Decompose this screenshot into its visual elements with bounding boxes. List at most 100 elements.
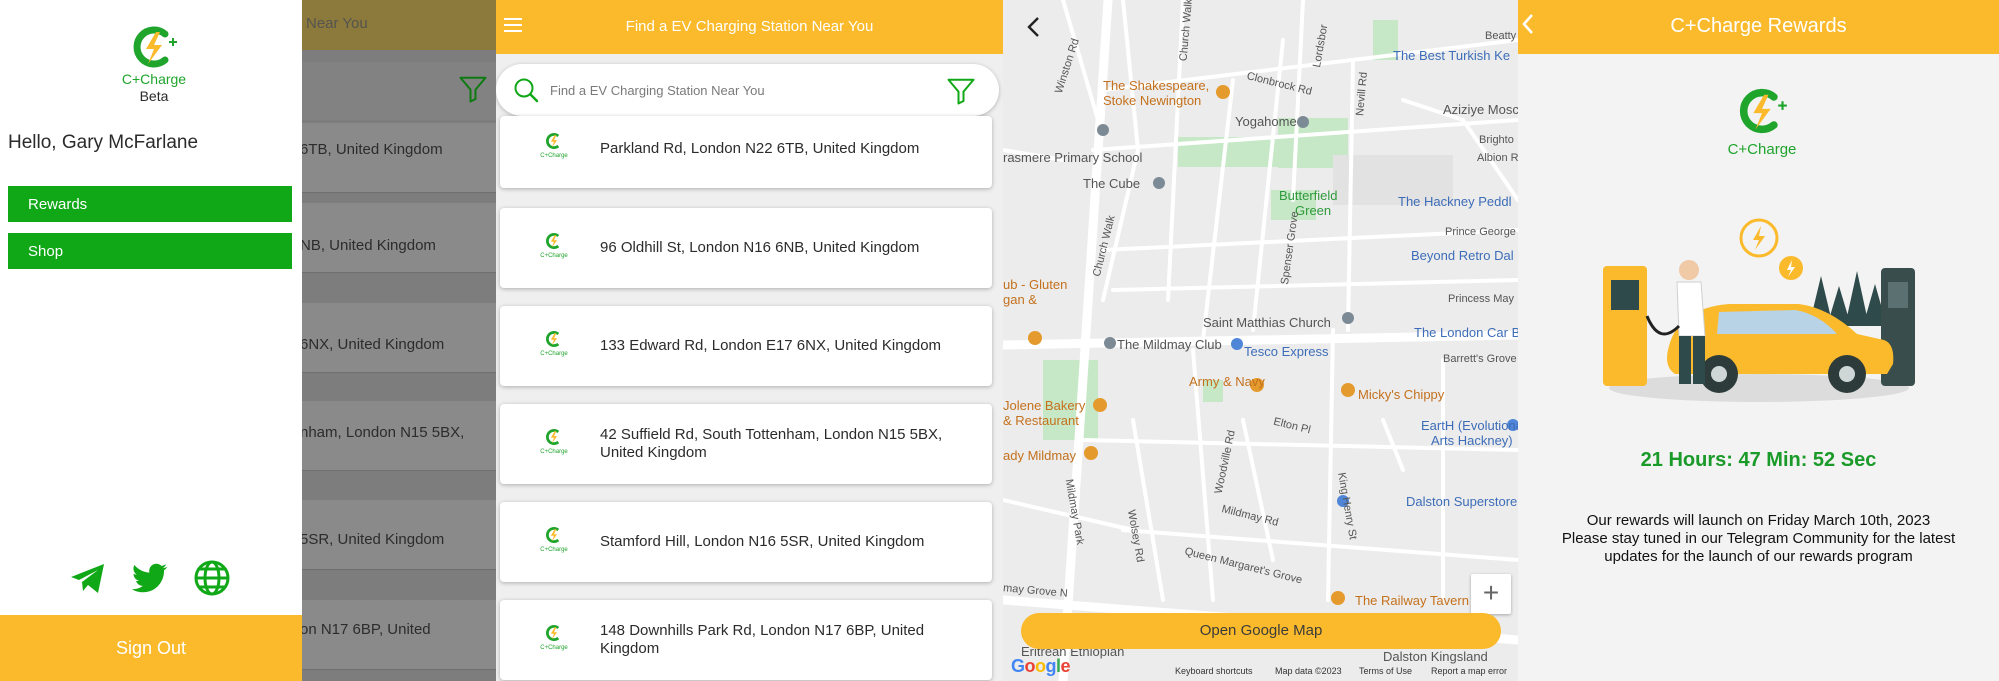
search-input[interactable] [550, 78, 910, 102]
station-logo-text: C+Charge [540, 449, 568, 455]
search-icon[interactable] [512, 76, 540, 104]
map-label: Jolene Bakery [1003, 398, 1086, 413]
map-screen: The Best Turkish Ke The Shakespeare, Sto… [1003, 0, 1518, 681]
dimmed-list-item: 5SR, United Kingdom [300, 500, 496, 570]
station-search-bar [496, 64, 999, 116]
street-label: Brighto [1479, 134, 1514, 146]
station-address-line: 148 Downhills Park Rd, London N17 6BP, U… [600, 622, 925, 639]
brand-beta-tag: Beta [139, 88, 169, 104]
map-label: Dalston Kingsland [1383, 649, 1488, 664]
map-label: The Railway Tavern [1355, 593, 1469, 608]
back-arrow-icon[interactable] [1025, 16, 1043, 38]
notice-line: updates for the launch of our rewards pr… [1604, 548, 1913, 565]
station-logo: C+Charge [534, 624, 574, 651]
map-label: Saint Matthias Church [1203, 315, 1331, 330]
station-logo: C+Charge [534, 428, 574, 455]
station-logo: C+Charge [534, 526, 574, 553]
map-label: ady Mildmay [1003, 448, 1076, 463]
station-address-line: 96 Oldhill St, London N16 6NB, United Ki… [600, 239, 920, 256]
filter-icon [459, 76, 487, 103]
dimmed-list-text: nham, London N15 5BX, [300, 424, 465, 441]
station-address: Parkland Rd, London N22 6TB, United King… [600, 140, 980, 158]
map-label: Butterfield [1279, 188, 1338, 203]
station-address-line: 133 Edward Rd, London E17 6NX, United Ki… [600, 337, 942, 354]
station-address: 42 Suffield Rd, South Tottenham, London … [600, 426, 980, 462]
telegram-icon[interactable] [68, 558, 108, 598]
street-label: Beatty [1485, 30, 1517, 42]
globe-icon[interactable] [192, 558, 232, 598]
map-data-label: Map data ©2023 [1275, 666, 1342, 676]
station-logo: C+Charge [534, 330, 574, 357]
map-label: & Restaurant [1003, 413, 1079, 428]
street-label: Princess May [1448, 293, 1515, 305]
dimmed-list-text: 6TB, United Kingdom [300, 141, 443, 158]
street-label: Prince George [1445, 226, 1516, 238]
map-label: Tesco Express [1244, 344, 1329, 359]
ev-charging-illustration [1603, 218, 1915, 402]
station-address: Stamford Hill, London N16 5SR, United Ki… [600, 533, 980, 551]
station-address: 133 Edward Rd, London E17 6NX, United Ki… [600, 337, 980, 355]
rewards-menu-button[interactable]: Rewards [8, 186, 292, 222]
dimmed-header-title: Near You [306, 15, 368, 32]
rewards-screen: C+Charge Rewards C+Charge 21 Hours: 47 M… [1518, 0, 1999, 681]
filter-icon[interactable] [946, 76, 976, 106]
dimmed-list-item: NB, United Kingdom [300, 203, 496, 273]
station-card[interactable]: C+Charge 42 Suffield Rd, South Tottenham… [500, 404, 992, 484]
map-label: EartH (Evolutionary [1421, 418, 1518, 433]
station-address-line: United Kingdom [600, 444, 707, 461]
sign-out-button[interactable]: Sign Out [0, 615, 302, 681]
app-header: Find a EV Charging Station Near You [496, 0, 1003, 54]
dimmed-list-item: nham, London N15 5BX, [300, 401, 496, 471]
map-canvas[interactable] [1003, 0, 1518, 681]
station-card[interactable]: C+Charge 133 Edward Rd, London E17 6NX, … [500, 306, 992, 386]
map-label: Micky's Chippy [1358, 387, 1445, 402]
c-charge-logo-small [546, 133, 560, 149]
station-address-line: 42 Suffield Rd, South Tottenham, London … [600, 426, 943, 443]
map-label: The Hackney Peddl [1398, 194, 1512, 209]
street-label: Barrett's Grove [1443, 353, 1517, 365]
station-list-screen: Find a EV Charging Station Near You C+Ch… [496, 0, 1003, 681]
dimmed-list-item: on N17 6BP, United [300, 600, 496, 670]
notice-line: Please stay tuned in our Telegram Commun… [1561, 530, 1956, 547]
map-label: gan & [1003, 292, 1037, 307]
notice-line: Our rewards will launch on Friday March … [1586, 512, 1931, 529]
station-logo-text: C+Charge [540, 153, 568, 159]
shop-menu-button[interactable]: Shop [8, 233, 292, 269]
dimmed-list-text: 6NX, United Kingdom [300, 336, 445, 353]
map-label: Dalston Superstore [1406, 494, 1518, 509]
map-label: The Shakespeare, [1103, 78, 1210, 93]
twitter-icon[interactable] [130, 558, 170, 598]
station-card[interactable]: C+Charge Stamford Hill, London N16 5SR, … [500, 502, 992, 582]
dimmed-list-text: 5SR, United Kingdom [300, 531, 445, 548]
map-label: The Cube [1083, 176, 1141, 191]
keyboard-shortcuts-link[interactable]: Keyboard shortcuts [1175, 666, 1253, 676]
c-charge-logo-small [546, 527, 560, 543]
station-card[interactable]: C+Charge 148 Downhills Park Rd, London N… [500, 600, 992, 680]
map-label: Yogahome [1235, 114, 1297, 129]
app-showcase: Near You 6TB, United Kingdom NB, United … [0, 0, 1999, 681]
station-card[interactable]: C+Charge Parkland Rd, London N22 6TB, Un… [500, 116, 992, 188]
map-label: rasmere Primary School [1003, 150, 1143, 165]
street-label: Albion R [1477, 152, 1518, 164]
map-label: The Mildmay Club [1117, 337, 1222, 352]
c-charge-logo-small [546, 429, 560, 445]
rewards-title: C+Charge Rewards [1670, 15, 1847, 37]
terms-link[interactable]: Terms of Use [1359, 666, 1412, 676]
map-label: Army & Navy [1189, 374, 1265, 389]
dimmed-list-text: NB, United Kingdom [300, 237, 436, 254]
zoom-in-button[interactable]: + [1471, 574, 1511, 614]
station-card[interactable]: C+Charge 96 Oldhill St, London N16 6NB, … [500, 208, 992, 288]
map-label: Stoke Newington [1103, 93, 1202, 108]
navigation-drawer: C+Charge Beta Hello, Gary McFarlane Rewa… [0, 0, 302, 681]
c-charge-logo-small [546, 625, 560, 641]
rewards-notice: Our rewards will launch on Friday March … [1518, 512, 1999, 566]
rewards-header: C+Charge Rewards [1518, 0, 1999, 54]
station-logo: C+Charge [534, 232, 574, 259]
station-address-line: Kingdom [600, 640, 660, 657]
map-label: ub - Gluten [1003, 277, 1068, 292]
station-logo-text: C+Charge [540, 645, 568, 651]
report-error-link[interactable]: Report a map error [1431, 666, 1507, 676]
station-logo-text: C+Charge [540, 547, 568, 553]
open-google-map-button[interactable]: Open Google Map [1021, 613, 1501, 649]
map-label: Aziziye Mosc [1443, 102, 1518, 117]
